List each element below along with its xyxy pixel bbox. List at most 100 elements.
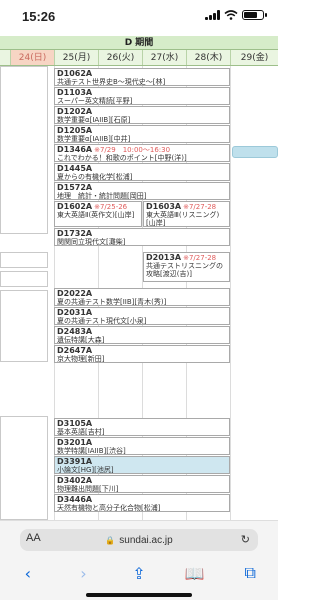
course-code: D3201A xyxy=(57,438,93,447)
browser-bottom-bar: AA 🔒 sundai.ac.jp ↻ ‹ › ⇪ 📖 ⧉ xyxy=(0,520,278,600)
period-header: D 期間 xyxy=(0,36,278,50)
course-name: 共通テスト世界史B～現代史～[林] xyxy=(57,78,166,86)
course-code: D1202A xyxy=(57,107,93,116)
wifi-icon xyxy=(224,10,238,20)
course-cell[interactable]: D1445A 夏からの有機化学[松浦] xyxy=(54,163,230,181)
course-name: これでわかる！和歌のポイント[中野(洋)] xyxy=(57,154,187,162)
course-code: D3402A xyxy=(57,476,93,485)
course-code: D1103A xyxy=(57,88,93,97)
day-col-26: 26(火) xyxy=(98,50,142,65)
course-name: 遺伝特講[大森] xyxy=(57,336,105,344)
course-code: D3391A xyxy=(57,457,93,466)
course-code: D1572A xyxy=(57,183,93,192)
tabs-icon[interactable]: ⧉ xyxy=(235,563,265,583)
bookmarks-icon[interactable]: 📖 xyxy=(180,564,210,583)
course-cell[interactable]: D1205A 数学重要α[IAIIB][中井] xyxy=(54,125,230,143)
lock-icon: 🔒 xyxy=(105,535,116,545)
left-column-block xyxy=(0,271,48,287)
back-icon[interactable]: ‹ xyxy=(13,564,43,583)
course-code: D1602A xyxy=(57,202,93,211)
home-indicator xyxy=(86,593,192,597)
course-code: D2647A xyxy=(57,346,93,355)
course-date-note: ※7/29 10:00～16:30 xyxy=(94,146,171,154)
course-cell[interactable]: D2483A 遺伝特講[大森] xyxy=(54,326,230,344)
course-name: 数学特講[IAIIB][渋谷] xyxy=(57,447,126,455)
course-code: D1732A xyxy=(57,229,93,238)
course-code: D3105A xyxy=(57,419,93,428)
reload-icon[interactable]: ↻ xyxy=(241,533,250,546)
course-cell[interactable]: D1202A 数学重要α[IAIIB][石原] xyxy=(54,106,230,124)
course-date-note: ※7/25-26 xyxy=(94,203,128,211)
course-code: D1062A xyxy=(57,69,93,78)
course-name: 夏の共通テスト現代文[小泉] xyxy=(57,317,147,325)
event-bar[interactable] xyxy=(232,146,278,158)
course-cell[interactable]: D1572A 地理 統計・統計問題[岡田] xyxy=(54,182,230,200)
course-code: D1445A xyxy=(57,164,93,173)
schedule-table: D 期間 24(日) 25(月) 26(火) 27(水) 28(木) 29(金)… xyxy=(0,36,278,520)
course-cell[interactable]: D1603A ※7/27-28 東大英語Ⅲ(リスニング)[山岸] xyxy=(143,201,230,227)
course-code: D1205A xyxy=(57,126,93,135)
course-name: 基本英語[吉村] xyxy=(57,428,105,436)
day-col-29: 29(金) xyxy=(230,50,278,65)
signal-icon xyxy=(205,10,220,20)
course-code: D2022A xyxy=(57,289,93,298)
course-cell[interactable]: D1062A 共通テスト世界史B～現代史～[林] xyxy=(54,68,230,86)
day-col-27: 27(水) xyxy=(142,50,186,65)
course-cell[interactable]: D3391A 小論文[HG][池尻] xyxy=(54,456,230,474)
status-icons xyxy=(205,10,267,20)
day-col-28: 28(木) xyxy=(186,50,230,65)
day-col-0 xyxy=(0,50,10,65)
course-name: 共通テストリスニングの攻略[渡辺(吉)] xyxy=(146,262,223,278)
course-name: 東大英語Ⅱ(英作文)[山岸] xyxy=(57,211,135,219)
course-name: 東大英語Ⅲ(リスニング)[山岸] xyxy=(146,211,220,227)
battery-icon xyxy=(242,10,267,20)
course-cell[interactable]: D1346A ※7/29 10:00～16:30 これでわかる！和歌のポイント[中… xyxy=(54,144,230,162)
day-col-25: 25(月) xyxy=(54,50,98,65)
day-header-row: 24(日) 25(月) 26(火) 27(水) 28(木) 29(金) xyxy=(0,50,278,66)
course-name: 夏からの有機化学[松浦] xyxy=(57,173,133,181)
course-cell[interactable]: D1602A ※7/25-26 東大英語Ⅱ(英作文)[山岸] xyxy=(54,201,142,227)
left-column-block xyxy=(0,66,48,234)
left-column-block xyxy=(0,416,48,520)
course-name: 天然有機物と高分子化合物[松浦] xyxy=(57,504,161,512)
course-cell[interactable]: D3402A 物理難出問題[下川] xyxy=(54,475,230,493)
course-cell[interactable]: D1103A スーパー英文精読[平野] xyxy=(54,87,230,105)
course-name: 数学重要α[IAIIB][中井] xyxy=(57,135,131,143)
forward-icon[interactable]: › xyxy=(68,564,98,583)
course-cell[interactable]: D2013A ※7/27-28 共通テストリスニングの攻略[渡辺(吉)] xyxy=(143,252,230,282)
course-cell[interactable]: D2022A 夏の共通テスト数学[IIB][青木(秀)] xyxy=(54,288,230,306)
course-name: 夏の共通テスト数学[IIB][青木(秀)] xyxy=(57,298,167,306)
share-icon[interactable]: ⇪ xyxy=(124,564,154,583)
course-name: 関関同立現代文[灘柴] xyxy=(57,238,126,246)
course-code: D2031A xyxy=(57,308,93,317)
course-name: 数学重要α[IAIIB][石原] xyxy=(57,116,131,124)
day-col-24: 24(日) xyxy=(10,50,54,65)
course-cell[interactable]: D1732A 関関同立現代文[灘柴] xyxy=(54,228,230,246)
left-column-block xyxy=(0,290,48,362)
course-date-note: ※7/27-28 xyxy=(183,254,217,262)
text-size-button[interactable]: AA xyxy=(26,532,41,544)
address-bar[interactable]: AA 🔒 sundai.ac.jp ↻ xyxy=(20,529,258,551)
course-cell[interactable]: D2647A 京大物理[新田] xyxy=(54,345,230,363)
browser-toolbar: ‹ › ⇪ 📖 ⧉ xyxy=(0,561,278,585)
course-name: 小論文[HG][池尻] xyxy=(57,466,114,474)
url-text: sundai.ac.jp xyxy=(119,534,173,546)
course-date-note: ※7/27-28 xyxy=(183,203,217,211)
left-column-block xyxy=(0,252,48,268)
course-name: スーパー英文精読[平野] xyxy=(57,97,133,105)
course-name: 物理難出問題[下川] xyxy=(57,485,119,493)
course-name: 地理 統計・統計問題[岡田] xyxy=(57,192,147,200)
status-time: 15:26 xyxy=(22,9,56,24)
grid-line xyxy=(230,66,231,520)
course-cell[interactable]: D2031A 夏の共通テスト現代文[小泉] xyxy=(54,307,230,325)
course-cell[interactable]: D3446A 天然有機物と高分子化合物[松浦] xyxy=(54,494,230,512)
course-cell[interactable]: D3201A 数学特講[IAIIB][渋谷] xyxy=(54,437,230,455)
course-code: D1346A xyxy=(57,145,93,154)
course-code: D3446A xyxy=(57,495,93,504)
status-bar: 15:26 xyxy=(0,0,278,34)
course-name: 京大物理[新田] xyxy=(57,355,105,363)
course-cell[interactable]: D3105A 基本英語[吉村] xyxy=(54,418,230,436)
course-code: D1603A xyxy=(146,202,182,211)
course-code: D2483A xyxy=(57,327,93,336)
course-code: D2013A xyxy=(146,253,182,262)
